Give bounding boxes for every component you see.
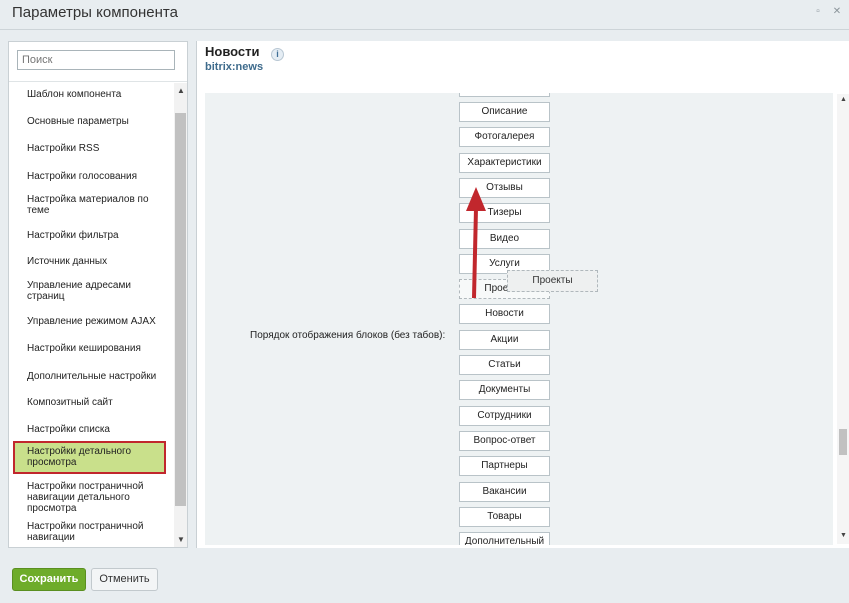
sidebar-list: Шаблон компонента Основные параметры Настр…	[9, 83, 174, 547]
sidebar-item[interactable]: Настройка материалов по теме	[27, 194, 167, 216]
close-icon[interactable]: ✕	[832, 7, 842, 17]
scrollbar-thumb[interactable]	[175, 113, 186, 506]
window-title: Параметры компонента	[12, 4, 178, 21]
sidebar-item[interactable]: Настройки голосования	[27, 171, 167, 182]
sidebar-item[interactable]: Настройки детального просмотра	[13, 441, 166, 474]
sidebar-scrollbar[interactable]: ▲ ▼	[174, 83, 187, 547]
scrollbar-thumb[interactable]	[839, 429, 847, 455]
sidebar-item[interactable]: Композитный сайт	[27, 397, 167, 408]
search-input[interactable]	[17, 50, 175, 70]
settings-content: Порядок отображения блоков (без табов): …	[205, 93, 833, 545]
search-area	[9, 42, 187, 82]
cancel-button[interactable]: Отменить	[91, 568, 158, 591]
annotation-arrow-shaft	[472, 207, 478, 299]
sidebar-item[interactable]: Настройки фильтра	[27, 230, 167, 241]
main-scrollbar[interactable]: ▲ ▼	[837, 94, 849, 544]
sidebar-item[interactable]: Настройки постраничной навигации	[27, 521, 167, 543]
scroll-up-icon[interactable]: ▲	[840, 96, 847, 103]
scroll-down-icon[interactable]: ▼	[177, 535, 185, 544]
component-code: bitrix:news	[205, 61, 264, 73]
maximize-icon[interactable]: ▫	[813, 7, 823, 17]
annotation-arrow-icon	[466, 187, 486, 299]
info-icon[interactable]: i	[271, 48, 284, 61]
sidebar-item[interactable]: Дополнительные настройки	[27, 371, 167, 382]
sidebar-item[interactable]: Шаблон компонента	[27, 89, 167, 100]
sidebar-item[interactable]: Настройки постраничной навигации детальн…	[27, 481, 167, 514]
scroll-up-icon[interactable]: ▲	[177, 86, 185, 95]
window-titlebar: Параметры компонента ▫ ✕	[0, 0, 849, 30]
component-name: Новости	[205, 44, 260, 59]
sidebar-item[interactable]: Настройки кеширования	[27, 343, 167, 354]
main-panel: Новости i bitrix:news Порядок отображени…	[196, 41, 849, 548]
annotation-arrow-head	[466, 187, 486, 211]
sidebar-item[interactable]: Управление адресами страниц	[27, 280, 167, 302]
dialog-footer: Сохранить Отменить	[0, 558, 849, 603]
sidebar-item[interactable]: Источник данных	[27, 256, 167, 267]
sidebar-item[interactable]: Настройки RSS	[27, 143, 167, 154]
sidebar-item[interactable]: Управление режимом AJAX	[27, 316, 167, 327]
save-button[interactable]: Сохранить	[12, 568, 86, 591]
sidebar: Шаблон компонента Основные параметры Настр…	[8, 41, 188, 548]
scroll-down-icon[interactable]: ▼	[840, 532, 847, 539]
sidebar-item[interactable]: Основные параметры	[27, 116, 167, 127]
sidebar-item[interactable]: Настройки списка	[27, 424, 167, 435]
